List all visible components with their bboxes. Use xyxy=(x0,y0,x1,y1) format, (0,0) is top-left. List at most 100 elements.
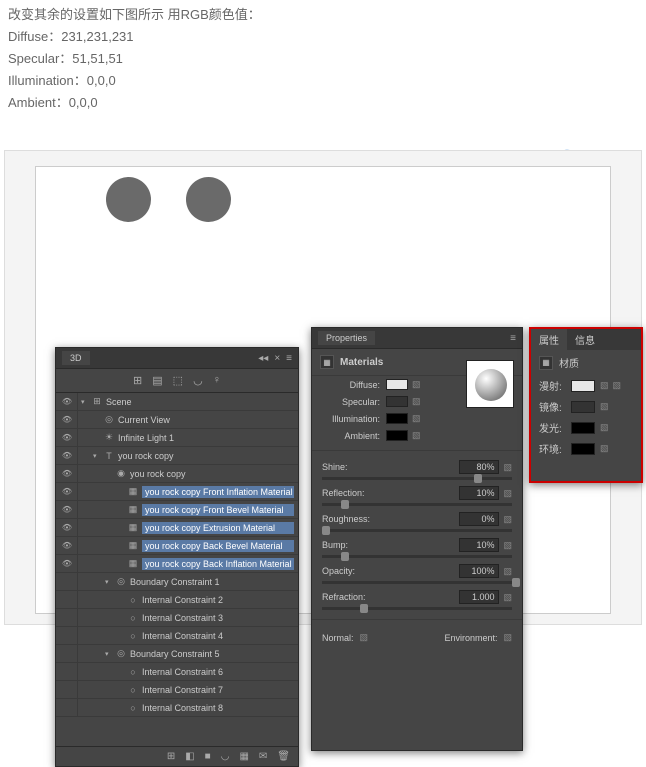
visibility-icon[interactable]: 👁 xyxy=(60,433,74,442)
color-swatch[interactable] xyxy=(571,401,595,413)
slider-thumb[interactable] xyxy=(341,552,349,561)
folder-icon[interactable]: ▧ xyxy=(613,380,622,391)
folder-icon[interactable]: ▧ xyxy=(360,632,369,643)
folder-icon[interactable]: ▧ xyxy=(412,430,421,441)
visibility-icon[interactable]: 👁 xyxy=(60,487,74,496)
footer-icon[interactable]: ▦ xyxy=(239,751,248,762)
toolbar-icon[interactable]: ⊞ xyxy=(133,374,142,387)
color-swatch[interactable] xyxy=(386,396,408,407)
tree-row[interactable]: ○Internal Constraint 7 xyxy=(56,681,298,699)
visibility-icon[interactable]: 👁 xyxy=(60,469,74,478)
tree-row[interactable]: 👁▦you rock copy Front Inflation Material xyxy=(56,483,298,501)
slider-value[interactable]: 10% xyxy=(459,486,499,500)
tree-row[interactable]: 👁◉you rock copy xyxy=(56,465,298,483)
footer-icon[interactable]: ✉ xyxy=(259,751,267,762)
slider-track[interactable] xyxy=(322,529,512,532)
tree-row[interactable]: ○Internal Constraint 2 xyxy=(56,591,298,609)
color-swatch[interactable] xyxy=(386,413,408,424)
footer-icon[interactable]: ◧ xyxy=(185,751,194,762)
tree-row[interactable]: ○Internal Constraint 3 xyxy=(56,609,298,627)
slider-value[interactable]: 100% xyxy=(459,564,499,578)
slider-value[interactable]: 0% xyxy=(459,512,499,526)
menu-icon[interactable]: ≡ xyxy=(286,353,292,364)
color-swatch[interactable] xyxy=(386,379,408,390)
slider-row: Reflection:10%▧ xyxy=(312,483,522,509)
slider-value[interactable]: 1.000 xyxy=(459,590,499,604)
visibility-icon[interactable]: 👁 xyxy=(60,415,74,424)
toggle-icon[interactable]: ▾ xyxy=(105,650,115,658)
folder-icon[interactable]: ▧ xyxy=(503,488,512,499)
tree-row[interactable]: 👁▾⊞Scene xyxy=(56,393,298,411)
toolbar-icon[interactable]: ◡ xyxy=(193,374,203,387)
toggle-icon[interactable]: ▾ xyxy=(81,398,91,406)
color-swatch[interactable] xyxy=(571,443,595,455)
footer-icon[interactable]: ⊞ xyxy=(167,751,175,762)
color-swatch[interactable] xyxy=(571,422,595,434)
tree-row[interactable]: 👁◎Current View xyxy=(56,411,298,429)
toolbar-icon[interactable]: ⬚ xyxy=(173,374,183,387)
tab-properties[interactable]: Properties xyxy=(318,331,375,345)
folder-icon[interactable]: ▧ xyxy=(600,380,609,391)
tab-info[interactable]: 信息 xyxy=(567,329,603,350)
slider-track[interactable] xyxy=(322,555,512,558)
tab-attributes[interactable]: 属性 xyxy=(531,329,567,350)
visibility-icon[interactable]: 👁 xyxy=(60,451,74,460)
toolbar-icon[interactable]: ♀ xyxy=(213,374,221,387)
folder-icon[interactable]: ▧ xyxy=(503,632,512,643)
tree-row[interactable]: 👁▦you rock copy Back Inflation Material xyxy=(56,555,298,573)
color-swatch[interactable] xyxy=(386,430,408,441)
visibility-icon[interactable]: 👁 xyxy=(60,541,74,550)
footer-icon[interactable]: ◡ xyxy=(221,751,230,762)
tree-row[interactable]: ○Internal Constraint 8 xyxy=(56,699,298,717)
tree-row[interactable]: ○Internal Constraint 6 xyxy=(56,663,298,681)
toggle-icon[interactable]: ▾ xyxy=(105,578,115,586)
tree-row[interactable]: 👁▾Tyou rock copy xyxy=(56,447,298,465)
tree-row[interactable]: ○Internal Constraint 4 xyxy=(56,627,298,645)
folder-icon[interactable]: ▧ xyxy=(600,443,609,454)
toolbar-icon[interactable]: ▤ xyxy=(152,374,162,387)
tree-row[interactable]: 👁▦you rock copy Back Bevel Material xyxy=(56,537,298,555)
tree-row[interactable]: ▾◎Boundary Constraint 5 xyxy=(56,645,298,663)
panel-3d-header[interactable]: 3D ◂◂ × ≡ xyxy=(56,348,298,369)
tree-row[interactable]: 👁▦you rock copy Front Bevel Material xyxy=(56,501,298,519)
slider-thumb[interactable] xyxy=(474,474,482,483)
folder-icon[interactable]: ▧ xyxy=(600,401,609,412)
material-preview[interactable] xyxy=(466,360,514,408)
slider-thumb[interactable] xyxy=(341,500,349,509)
panel-props-header[interactable]: Properties ≡ xyxy=(312,328,522,349)
tree-row[interactable]: ▾◎Boundary Constraint 1 xyxy=(56,573,298,591)
slider-value[interactable]: 10% xyxy=(459,538,499,552)
item-label: Boundary Constraint 1 xyxy=(130,577,294,587)
collapse-icon[interactable]: ◂◂ xyxy=(258,353,268,364)
folder-icon[interactable]: ▧ xyxy=(503,540,512,551)
folder-icon[interactable]: ▧ xyxy=(503,462,512,473)
visibility-icon[interactable]: 👁 xyxy=(60,559,74,568)
close-icon[interactable]: × xyxy=(274,353,280,364)
slider-thumb[interactable] xyxy=(360,604,368,613)
tab-3d[interactable]: 3D xyxy=(62,351,90,365)
slider-track[interactable] xyxy=(322,581,512,584)
folder-icon[interactable]: ▧ xyxy=(503,514,512,525)
slider-thumb[interactable] xyxy=(512,578,520,587)
footer-icon[interactable]: ■ xyxy=(205,751,211,762)
tree-row[interactable]: 👁☀Infinite Light 1 xyxy=(56,429,298,447)
slider-thumb[interactable] xyxy=(322,526,330,535)
folder-icon[interactable]: ▧ xyxy=(412,413,421,424)
folder-icon[interactable]: ▧ xyxy=(600,422,609,433)
folder-icon[interactable]: ▧ xyxy=(412,379,421,390)
slider-track[interactable] xyxy=(322,503,512,506)
folder-icon[interactable]: ▧ xyxy=(503,592,512,603)
visibility-icon[interactable]: 👁 xyxy=(60,505,74,514)
visibility-icon[interactable]: 👁 xyxy=(60,397,74,406)
color-swatch[interactable] xyxy=(571,380,595,392)
folder-icon[interactable]: ▧ xyxy=(503,566,512,577)
slider-value[interactable]: 80% xyxy=(459,460,499,474)
visibility-icon[interactable]: 👁 xyxy=(60,523,74,532)
menu-icon[interactable]: ≡ xyxy=(510,333,516,344)
slider-track[interactable] xyxy=(322,477,512,480)
tree-row[interactable]: 👁▦you rock copy Extrusion Material xyxy=(56,519,298,537)
folder-icon[interactable]: ▧ xyxy=(412,396,421,407)
slider-track[interactable] xyxy=(322,607,512,610)
footer-icon[interactable]: 🗑 xyxy=(277,751,290,762)
toggle-icon[interactable]: ▾ xyxy=(93,452,103,460)
